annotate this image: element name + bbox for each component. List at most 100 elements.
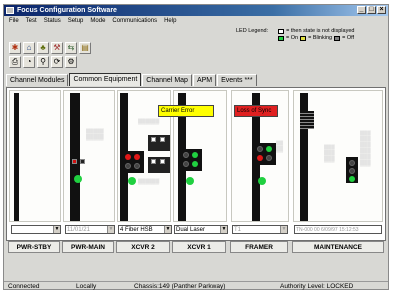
xcvr1-value: Dual Laser (176, 227, 206, 233)
timer-icon[interactable]: ◔ (23, 56, 35, 68)
app-icon (6, 7, 14, 14)
status-bar: Connected Locally Chassis:149 (Panther P… (4, 281, 388, 290)
tab-channel-map[interactable]: Channel Map (142, 74, 192, 86)
refresh-icon[interactable]: ⟳ (51, 56, 63, 68)
status-mode: Locally (76, 283, 97, 290)
ghost-text: ▒▒▒▒▒▒ (138, 179, 160, 185)
tab-common-equipment[interactable]: Common Equipment (69, 73, 142, 86)
xcvr1-led-off-1 (183, 152, 189, 158)
window-title: Focus Configuration Software (17, 7, 117, 14)
maint-led-off-1 (349, 160, 355, 166)
folder-icon[interactable]: ▤ (79, 42, 91, 54)
legend-on-swatch (278, 36, 284, 41)
label-pwr-stby: PWR-STBY (8, 241, 60, 253)
port-icon (151, 159, 156, 164)
menu-setup[interactable]: Setup (68, 16, 84, 26)
maximize-button[interactable]: □ (367, 6, 376, 14)
xcvr1-led-green (186, 177, 194, 185)
pwr-stby-select[interactable]: ▼ (11, 225, 61, 234)
chevron-down-icon: ▼ (164, 226, 171, 233)
module-framer[interactable]: Loss of Sync ▒▒ ▒▒ (231, 90, 289, 222)
xcvr2-led-green (128, 177, 136, 185)
label-maintenance: MAINTENANCE (292, 241, 384, 253)
module-handle (14, 93, 19, 221)
status-led-red (72, 159, 77, 164)
menu-test[interactable]: Test (26, 16, 37, 26)
tool-tree-icon[interactable]: ♣ (37, 42, 49, 54)
menu-mode[interactable]: Mode (90, 16, 105, 26)
chevron-down-icon: ▼ (107, 226, 114, 233)
module-xcvr1[interactable]: Carrier Error (158, 90, 227, 222)
module-maintenance[interactable]: ▒▒▒ ▒▒▒ ▒▒▒ ▒▒▒ ▒▒▒ ▒▒▒ ▒▒▒ ▒▒▒ ▒▒▒ (293, 90, 383, 222)
framer-select[interactable]: T1 ▼ (232, 225, 288, 234)
label-pwr-main: PWR-MAIN (62, 241, 114, 253)
loss-of-sync-callout: Loss of Sync (234, 105, 278, 117)
tool-config-icon[interactable]: ✱ (9, 42, 21, 54)
xcvr2-led-off-1 (125, 163, 131, 169)
power-led-green (74, 175, 82, 183)
wrench-icon[interactable]: ⚒ (51, 42, 63, 54)
status-connection: Connected (8, 283, 40, 290)
framer-led-green (258, 177, 266, 185)
carrier-error-callout: Carrier Error (158, 105, 214, 117)
port-icon (160, 159, 165, 164)
legend-title: LED Legend: (236, 28, 269, 34)
label-xcvr2: XCVR 2 (116, 241, 170, 253)
maint-led-off-2 (349, 168, 355, 174)
tool-arrows-icon[interactable]: ⇆ (65, 42, 77, 54)
equipment-panel: ▒▒▒▒▒▒▒▒▒▒ ▒▒▒▒▒▒ ▒▒▒▒▒▒ Carrier Error (6, 87, 386, 241)
menu-file[interactable]: File (9, 16, 19, 26)
legend-not-displayed-swatch (278, 29, 285, 34)
label-framer: FRAMER (230, 241, 288, 253)
legend-not-displayed-text: = then state is not displayed (286, 28, 355, 34)
led-legend: LED Legend: = then state is not displayed… (236, 28, 354, 42)
close-button[interactable]: × (377, 6, 386, 14)
print-icon[interactable]: ⎙ (9, 56, 21, 68)
title-bar: Focus Configuration Software _ □ × (4, 5, 388, 16)
maintenance-value: TN-000 00 6/09/97 15:12:53 (296, 227, 359, 233)
toolbar: ✱ ⌂ ♣ ⚒ ⇆ ▤ ⎙ ◔ ⚲ ⟳ ⚙ (6, 27, 126, 71)
xcvr1-select[interactable]: Dual Laser ▼ (174, 225, 228, 234)
status-authority: Authority Level: LOCKED (280, 283, 354, 290)
status-chassis: Chassis:149 (Panther Parkway) (134, 283, 226, 290)
pwr-main-select[interactable]: 11/01/21 ▼ (65, 225, 115, 234)
port-icon (151, 137, 156, 142)
framer-value: T1 (234, 227, 242, 233)
xcvr2-select[interactable]: 4 Fiber HSB ▼ (118, 225, 172, 234)
framer-led-off-1 (257, 146, 263, 152)
module-pwr-main[interactable]: ▒▒▒▒▒ ▒▒▒▒▒ (63, 90, 115, 222)
menu-communications[interactable]: Communications (112, 16, 157, 26)
framer-led-red (257, 155, 263, 161)
ghost-text: ▒▒▒▒▒ ▒▒▒▒▒ (86, 129, 104, 141)
minimize-button[interactable]: _ (357, 6, 366, 14)
tab-apm[interactable]: APM (192, 74, 217, 86)
search-icon[interactable]: ⚲ (37, 56, 49, 68)
menu-status[interactable]: Status (44, 16, 61, 26)
chevron-down-icon: ▼ (220, 226, 227, 233)
xcvr2-led-off-2 (134, 163, 140, 169)
status-led-off (80, 159, 85, 164)
legend-blinking-swatch (300, 36, 307, 41)
tab-channel-modules[interactable]: Channel Modules (6, 74, 69, 86)
ghost-text: ▒▒▒▒▒▒ (138, 119, 160, 125)
tab-bar: Channel Modules Common Equipment Channel… (6, 73, 258, 86)
maintenance-select[interactable]: TN-000 00 6/09/97 15:12:53 (294, 225, 382, 234)
chevron-down-icon: ▼ (280, 226, 287, 233)
module-pwr-stby[interactable] (9, 90, 61, 222)
xcvr1-led-green-1 (192, 152, 198, 158)
label-xcvr1: XCVR 1 (172, 241, 226, 253)
chevron-down-icon: ▼ (53, 226, 60, 233)
tab-events[interactable]: Events *** (217, 74, 257, 86)
xcvr1-led-off-2 (183, 161, 189, 167)
ghost-text: ▒▒▒ ▒▒▒ ▒▒▒ ▒▒▒ ▒▒▒ ▒▒▒ (360, 131, 371, 167)
menu-bar: File Test Status Setup Mode Communicatio… (4, 16, 388, 26)
menu-help[interactable]: Help (164, 16, 176, 26)
framer-led-off-2 (266, 155, 272, 161)
ghost-text: ▒▒▒ ▒▒▒ ▒▒▒ (324, 145, 335, 163)
legend-blinking-text: = Blinking (308, 35, 333, 41)
legend-off-text: = Off (342, 35, 355, 41)
home-icon[interactable]: ⌂ (23, 42, 35, 54)
pwr-main-value: 11/01/21 (67, 227, 90, 233)
module-handle (70, 93, 80, 221)
settings-icon[interactable]: ⚙ (65, 56, 77, 68)
